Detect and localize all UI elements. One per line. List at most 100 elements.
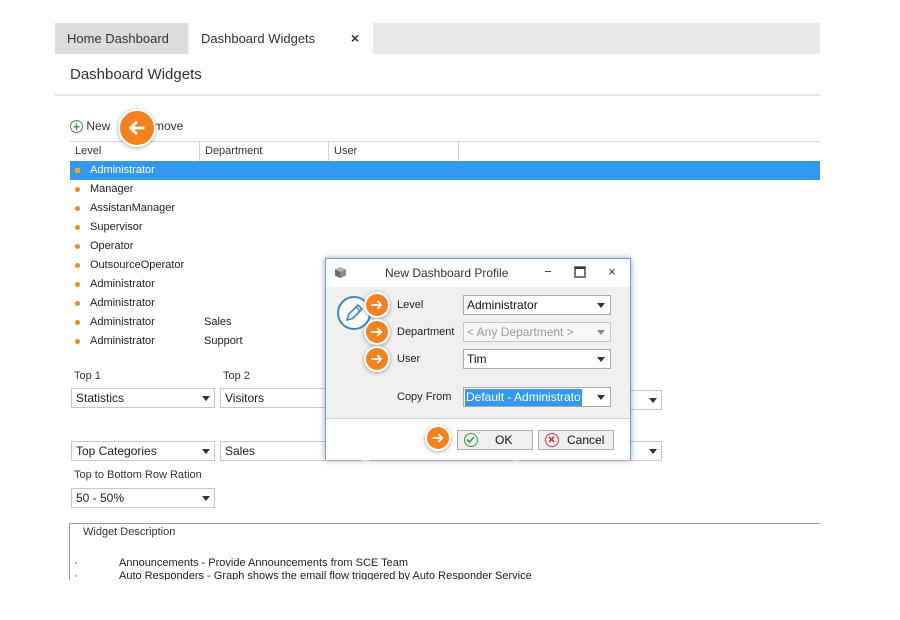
chevron-down-icon: [202, 449, 210, 454]
cancel-button[interactable]: Cancel: [538, 430, 614, 450]
chevron-down-icon: [202, 396, 210, 401]
user-select[interactable]: Tim: [463, 349, 611, 369]
arrow-right-callout-icon: [364, 319, 390, 345]
top1-value: Statistics: [76, 391, 125, 405]
cancel-label: Cancel: [567, 433, 605, 447]
tab-label: Home Dashboard: [67, 31, 169, 46]
chevron-down-icon: [597, 330, 605, 335]
top2-label: Top 2: [223, 370, 250, 382]
column-header-user[interactable]: User: [329, 142, 459, 161]
widget-description-panel: Widget Description · Announcements - Prov…: [69, 523, 820, 580]
table-row[interactable]: AssistanManager: [70, 199, 820, 218]
title-divider: [55, 94, 820, 96]
ratio-select[interactable]: 50 - 50%: [71, 488, 215, 508]
cell-level: Manager: [90, 183, 134, 195]
dialog-titlebar[interactable]: New Dashboard Profile − ×: [326, 259, 630, 287]
ok-button[interactable]: OK: [457, 430, 533, 450]
bullet-icon: [75, 168, 80, 173]
bullet-icon: [75, 206, 80, 211]
description-text: Auto Responders - Graph shows the email …: [119, 570, 532, 580]
arrow-left-callout-icon: [118, 109, 156, 147]
new-button[interactable]: + New: [70, 119, 111, 134]
chevron-down-icon: [649, 398, 657, 403]
cell-level: Operator: [90, 240, 134, 252]
description-text: Announcements - Provide Announcements fr…: [119, 557, 409, 569]
cell-level: Supervisor: [90, 221, 143, 233]
tab-bar: Home Dashboard Dashboard Widgets ×: [55, 23, 820, 54]
user-label: User: [397, 353, 421, 365]
new-button-label: New: [86, 119, 111, 133]
bullet-icon: [75, 339, 80, 344]
bullet-icon: [75, 225, 80, 230]
arrow-right-callout-icon: [364, 292, 390, 318]
bullet-icon: [75, 187, 80, 192]
arrow-right-callout-icon: [364, 346, 390, 372]
cancel-x-icon: [545, 433, 559, 447]
cell-level: Administrator: [90, 316, 155, 328]
level-select[interactable]: Administrator: [463, 295, 611, 315]
level-value: Administrator: [467, 298, 538, 312]
bullet-icon: [75, 263, 80, 268]
app-cube-icon: [335, 267, 346, 278]
top2-value: Visitors: [225, 391, 265, 405]
bullet-icon: [75, 301, 80, 306]
tab-label: Dashboard Widgets: [201, 31, 316, 46]
cell-level: Administrator: [90, 164, 155, 176]
chevron-down-icon: [202, 496, 210, 501]
bullet-icon: [75, 244, 80, 249]
widget-description-title: Widget Description: [83, 526, 176, 538]
tab-dashboard-widgets[interactable]: Dashboard Widgets ×: [189, 23, 373, 54]
bullet-icon: [75, 282, 80, 287]
tab-home-dashboard[interactable]: Home Dashboard: [55, 23, 187, 54]
minimize-button[interactable]: −: [540, 264, 556, 280]
top1-label: Top 1: [74, 370, 101, 382]
close-button[interactable]: ×: [604, 264, 620, 280]
cell-level: Administrator: [90, 278, 155, 290]
dialog-title: New Dashboard Profile: [385, 266, 509, 280]
ok-label: OK: [495, 433, 513, 447]
check-icon: [464, 433, 478, 447]
dialog-footer: OK Cancel: [326, 418, 630, 460]
grid-header: Level Department User: [70, 141, 820, 162]
department-value: < Any Department >: [467, 325, 574, 339]
arrow-right-callout-icon: [425, 425, 451, 451]
bullet-icon: [75, 320, 80, 325]
bottom1-value: Top Categories: [76, 444, 157, 458]
cell-department: Sales: [204, 316, 232, 328]
bullet: ·: [74, 570, 78, 580]
table-row[interactable]: Administrator: [70, 161, 820, 180]
chevron-down-icon: [597, 357, 605, 362]
top1-select[interactable]: Statistics: [71, 388, 215, 408]
copy-from-value: Default - Administrato: [465, 389, 582, 406]
close-tab-icon[interactable]: ×: [351, 23, 359, 54]
ratio-value: 50 - 50%: [76, 491, 125, 505]
bottom1-select[interactable]: Top Categories: [71, 441, 215, 461]
department-label: Department: [397, 326, 455, 338]
table-row[interactable]: Manager: [70, 180, 820, 199]
cell-level: AssistanManager: [90, 202, 175, 214]
maximize-icon: [574, 266, 586, 278]
table-row[interactable]: Supervisor: [70, 218, 820, 237]
maximize-button[interactable]: [572, 264, 588, 280]
user-value: Tim: [467, 352, 487, 366]
department-select[interactable]: < Any Department >: [463, 322, 611, 342]
cell-level: Administrator: [90, 335, 155, 347]
add-icon: +: [70, 120, 83, 134]
copy-from-label: Copy From: [397, 391, 452, 403]
chevron-down-icon: [597, 303, 605, 308]
chevron-down-icon: [649, 449, 657, 454]
page-title: Dashboard Widgets: [70, 66, 202, 83]
remove-button-label: move: [154, 119, 184, 133]
cell-level: Administrator: [90, 297, 155, 309]
copy-from-select[interactable]: Default - Administrato: [463, 387, 611, 407]
cell-department: Support: [204, 335, 243, 347]
bullet: ·: [74, 557, 78, 569]
level-label: Level: [397, 299, 424, 311]
cell-level: OutsourceOperator: [90, 259, 185, 271]
column-header-department[interactable]: Department: [200, 142, 329, 161]
remove-button[interactable]: move: [154, 119, 183, 133]
chevron-down-icon: [597, 395, 605, 400]
table-row[interactable]: Operator: [70, 237, 820, 256]
bottom2-value: Sales: [225, 444, 256, 458]
ratio-label: Top to Bottom Row Ration: [74, 469, 202, 481]
